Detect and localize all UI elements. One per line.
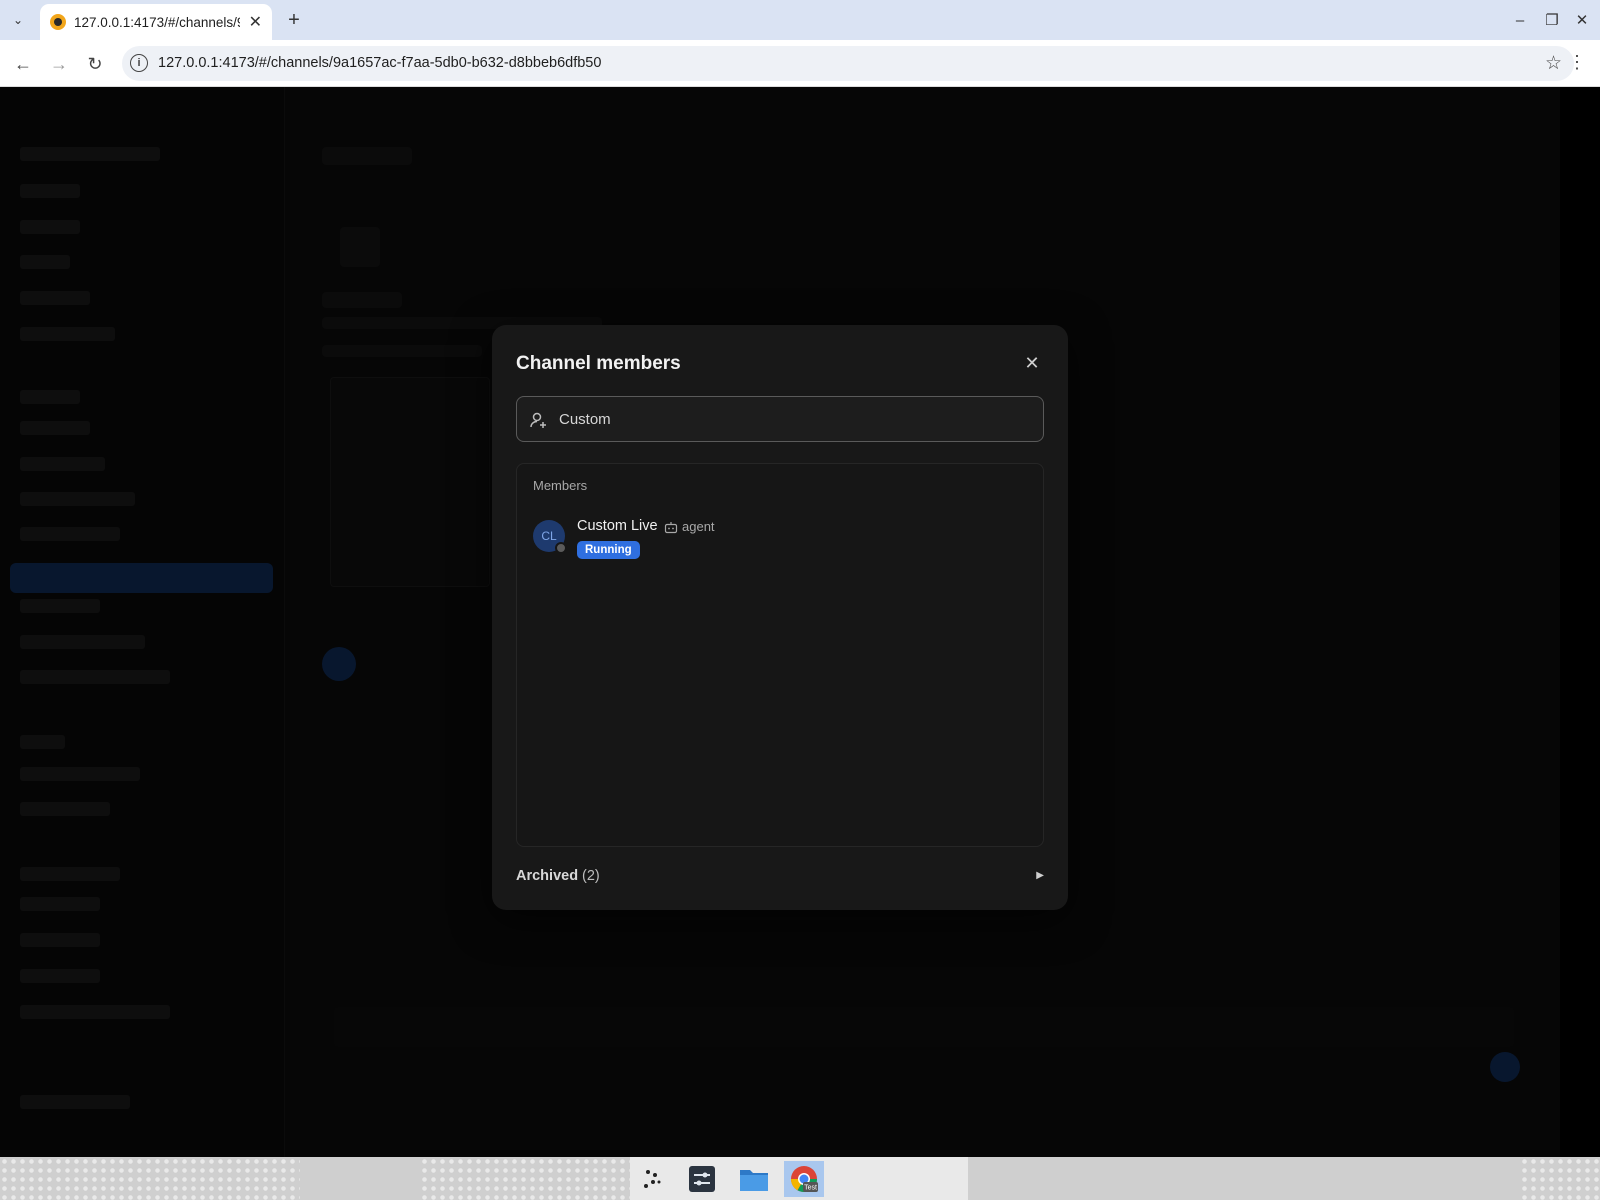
member-role: agent <box>682 519 715 534</box>
settings-app-icon[interactable] <box>682 1161 722 1197</box>
browser-tab[interactable]: 127.0.0.1:4173/#/channels/9a1657ac ✕ <box>40 4 272 40</box>
chrome-test-icon[interactable]: Test <box>784 1161 824 1197</box>
browser-toolbar: ← → ↻ i 127.0.0.1:4173/#/channels/9a1657… <box>0 40 1600 87</box>
browser-menu-icon[interactable]: ⋮ <box>1568 52 1586 73</box>
member-name: Custom Live <box>577 518 658 534</box>
reload-icon[interactable]: ↻ <box>81 50 109 78</box>
members-list: Members CL Custom Live agent Running <box>516 463 1044 847</box>
caret-right-icon: ▶ <box>1036 870 1044 881</box>
member-search[interactable] <box>516 396 1044 442</box>
bookmark-star-icon[interactable]: ☆ <box>1545 52 1562 75</box>
members-heading: Members <box>533 478 588 493</box>
status-badge: Running <box>577 541 640 559</box>
dialog-title: Channel members <box>516 353 681 374</box>
archived-section-toggle[interactable]: Archived (2) ▶ <box>516 865 1044 891</box>
files-app-icon[interactable] <box>734 1161 774 1197</box>
member-row[interactable]: CL Custom Live agent Running <box>533 516 1029 570</box>
new-tab-button[interactable]: + <box>282 8 306 32</box>
address-bar[interactable]: i 127.0.0.1:4173/#/channels/9a1657ac-f7a… <box>122 46 1574 81</box>
taskbar-apps: Test <box>630 1157 968 1200</box>
browser-tab-strip: ⌄ 127.0.0.1:4173/#/channels/9a1657ac ✕ +… <box>0 0 1600 40</box>
archived-count: (2) <box>582 868 600 884</box>
tab-close-icon[interactable]: ✕ <box>249 12 262 32</box>
robot-icon <box>664 522 678 534</box>
presence-dot <box>555 542 567 554</box>
chrome-badge: Test <box>804 1185 817 1192</box>
url-text: 127.0.0.1:4173/#/channels/9a1657ac-f7aa-… <box>158 55 602 71</box>
favicon-icon <box>50 14 66 30</box>
window-close-icon[interactable]: ✕ <box>1570 8 1594 32</box>
site-info-icon[interactable]: i <box>130 54 148 72</box>
scrollbar-track[interactable] <box>1560 87 1600 1157</box>
search-input[interactable] <box>557 397 1027 441</box>
os-taskbar: Test <box>0 1157 1600 1200</box>
pinwheel-icon[interactable] <box>632 1161 672 1197</box>
tab-search-button[interactable]: ⌄ <box>6 8 30 32</box>
minimize-icon[interactable]: – <box>1508 8 1532 32</box>
channel-members-dialog: Channel members ✕ Members CL Custom Live… <box>492 325 1068 910</box>
close-icon[interactable]: ✕ <box>1020 351 1044 375</box>
forward-icon[interactable]: → <box>45 50 73 78</box>
add-user-icon <box>530 412 546 428</box>
tab-title: 127.0.0.1:4173/#/channels/9a1657ac <box>74 14 240 30</box>
archived-label: Archived <box>516 868 579 884</box>
restore-icon[interactable]: ❐ <box>1540 8 1564 32</box>
back-icon[interactable]: ← <box>9 50 37 78</box>
